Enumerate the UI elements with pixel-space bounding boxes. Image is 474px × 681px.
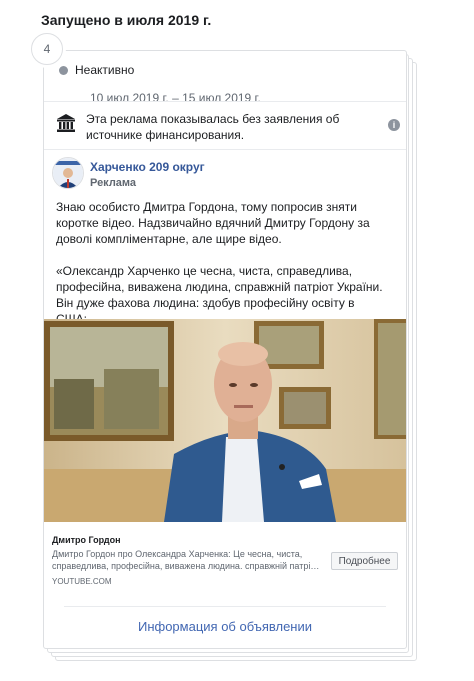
avatar-image xyxy=(53,158,83,188)
ad-card: Неактивно 10 июл 2019 г. – 15 июл 2019 г… xyxy=(43,50,407,649)
ad-count-badge: 4 xyxy=(31,33,63,65)
divider xyxy=(44,149,406,150)
inactive-status-dot xyxy=(59,66,68,75)
avatar[interactable] xyxy=(52,157,84,189)
ad-body-text: Знаю особисто Дмитра Гордона, тому попро… xyxy=(56,199,400,327)
link-description: Дмитро Гордон про Олександра Харченка: Ц… xyxy=(52,549,320,571)
sponsored-label: Реклама xyxy=(90,177,137,189)
video-frame-image xyxy=(44,319,406,522)
info-icon[interactable]: i xyxy=(388,119,400,131)
ad-video-thumbnail[interactable] xyxy=(44,319,406,522)
ad-body-paragraph: «Олександр Харченко це чесна, чиста, спр… xyxy=(56,264,383,326)
divider xyxy=(44,101,406,102)
date-range: 10 июл 2019 г. – 15 июл 2019 г. xyxy=(90,91,261,105)
divider xyxy=(64,606,386,607)
ad-info-link[interactable]: Информация об объявлении xyxy=(44,619,406,634)
ad-body-paragraph: Знаю особисто Дмитра Гордона, тому попро… xyxy=(56,200,370,246)
link-domain: YOUTUBE.COM xyxy=(52,577,112,586)
learn-more-button[interactable]: Подробнее xyxy=(331,552,398,570)
link-title[interactable]: Дмитро Гордон xyxy=(52,535,121,545)
launch-heading: Запущено в июля 2019 г. xyxy=(41,12,212,28)
status-label: Неактивно xyxy=(75,63,135,77)
disclaimer-text: Эта реклама показывалась без заявления о… xyxy=(86,112,340,142)
bank-icon xyxy=(57,114,75,132)
link-preview[interactable]: Дмитро Гордон Дмитро Гордон про Олександ… xyxy=(44,522,406,600)
page-name-link[interactable]: Харченко 209 округ xyxy=(90,160,205,174)
